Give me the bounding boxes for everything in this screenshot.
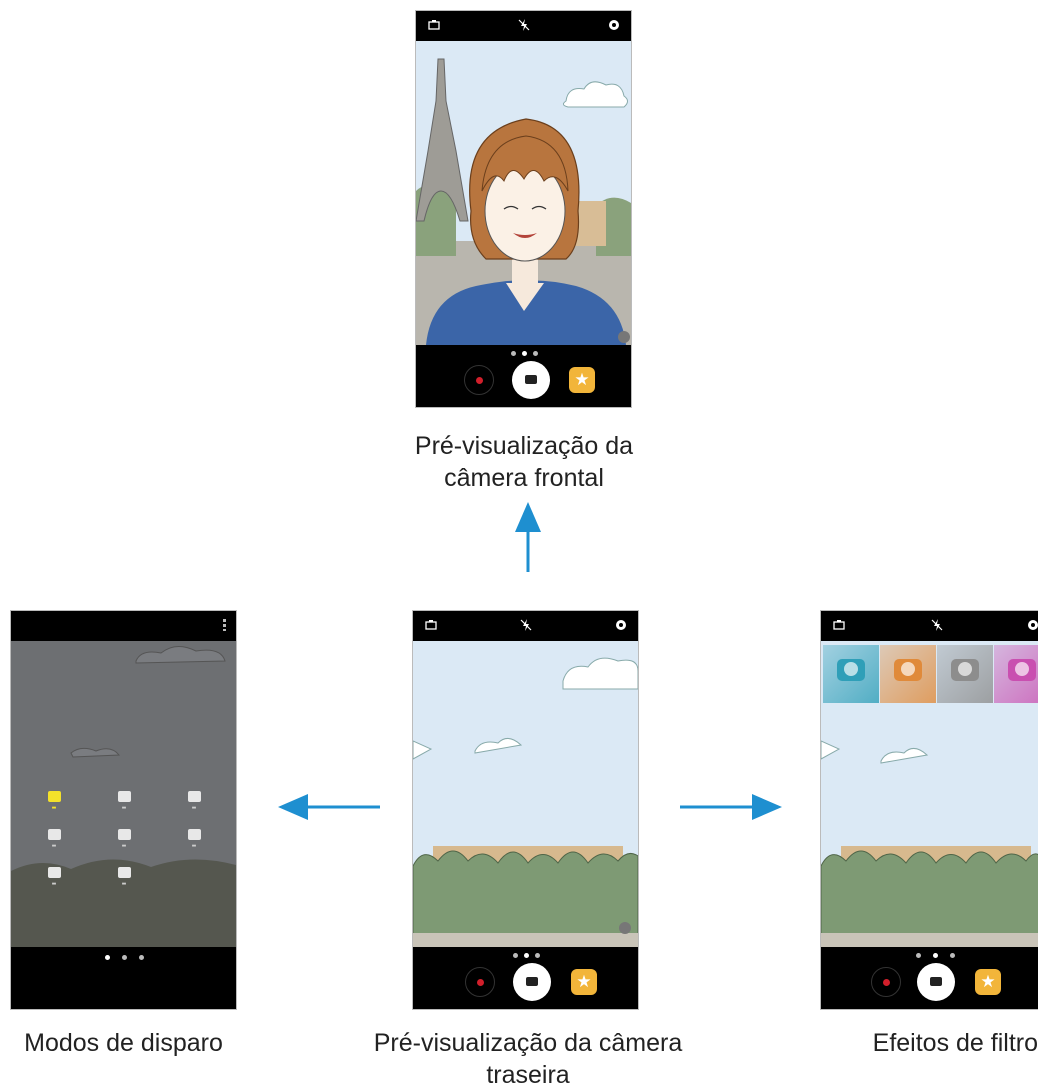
modes-bottom-bar xyxy=(11,947,236,1009)
status-bar xyxy=(821,611,1038,641)
flash-off-icon[interactable] xyxy=(520,619,532,631)
shooting-mode-item[interactable]: ▬ xyxy=(19,867,89,887)
settings-icon[interactable] xyxy=(615,619,627,631)
caption-front-line2: câmera frontal xyxy=(444,464,604,492)
panorama-icon xyxy=(187,791,201,802)
shooting-mode-label: ▬ xyxy=(51,805,57,811)
page-dot xyxy=(122,955,127,960)
filter-thumbnail[interactable] xyxy=(994,645,1038,703)
record-button[interactable] xyxy=(871,967,901,997)
video-collage-icon xyxy=(117,829,131,840)
food-icon xyxy=(117,867,131,878)
status-bar xyxy=(413,611,638,641)
lens-icon xyxy=(901,662,915,676)
lens-icon xyxy=(958,662,972,676)
front-preview-scene xyxy=(416,41,631,345)
shooting-mode-item[interactable]: ▬ xyxy=(89,867,159,887)
record-button[interactable] xyxy=(464,365,494,395)
shooting-mode-label: ▬ xyxy=(51,843,57,849)
switch-camera-icon[interactable] xyxy=(428,19,440,31)
arrow-left xyxy=(278,794,380,820)
filter-thumbnail[interactable] xyxy=(937,645,993,703)
status-bar xyxy=(11,611,236,641)
arrow-right xyxy=(680,794,782,820)
effects-star-icon[interactable]: ★ xyxy=(569,367,595,393)
settings-icon[interactable] xyxy=(1027,619,1038,631)
filter-thumbnail[interactable] xyxy=(880,645,936,703)
night-icon xyxy=(187,829,201,840)
shutter-button[interactable] xyxy=(917,963,955,1001)
page-dot xyxy=(535,953,540,958)
shooting-mode-item[interactable]: ▬ xyxy=(159,829,229,849)
filter-thumbnail-strip xyxy=(823,645,1038,703)
effects-star-icon[interactable]: ★ xyxy=(975,969,1001,995)
page-dot-active xyxy=(524,953,529,958)
hyperlapse-icon xyxy=(47,867,61,878)
shooting-mode-item[interactable]: ▬ xyxy=(89,791,159,811)
filter-effects-phone: ★ xyxy=(820,610,1038,1010)
rear-preview-scene xyxy=(413,641,638,951)
lens-icon xyxy=(1015,662,1029,676)
shooting-mode-label: ▬ xyxy=(121,881,127,887)
shooting-modes-phone: ▬ ▬ ▬ ▬ ▬ ▬ ▬ ▬ xyxy=(10,610,237,1010)
caption-front-line1: Pré-visualização da xyxy=(414,432,634,460)
page-dot xyxy=(513,953,518,958)
filter-thumbnail[interactable] xyxy=(823,645,879,703)
filter-bottom-bar: ★ xyxy=(821,947,1038,1009)
record-button[interactable] xyxy=(465,967,495,997)
page-dot-active xyxy=(522,351,527,356)
rear-camera-phone: ★ xyxy=(412,610,639,1010)
more-options-icon[interactable] xyxy=(223,619,226,631)
shooting-mode-label: ▬ xyxy=(51,881,57,887)
caption-modes: Modos de disparo xyxy=(24,1029,223,1057)
shooting-mode-label: ▬ xyxy=(191,805,197,811)
page-dot xyxy=(139,955,144,960)
rear-bottom-bar: ★ xyxy=(413,947,638,1009)
flash-off-icon[interactable] xyxy=(931,619,943,631)
page-dot-active xyxy=(933,953,938,958)
switch-camera-icon[interactable] xyxy=(833,619,845,631)
caption-filters: Efeitos de filtro xyxy=(872,1029,1038,1057)
switch-camera-icon[interactable] xyxy=(425,619,437,631)
shutter-button[interactable] xyxy=(512,361,550,399)
page-dot xyxy=(916,953,921,958)
lens-icon xyxy=(844,662,858,676)
settings-icon[interactable] xyxy=(608,19,620,31)
effects-star-icon[interactable]: ★ xyxy=(571,969,597,995)
selective-focus-icon xyxy=(47,829,61,840)
arrow-up xyxy=(515,502,541,572)
shooting-modes-grid: ▬ ▬ ▬ ▬ ▬ ▬ ▬ ▬ xyxy=(19,791,229,941)
pro-icon xyxy=(117,791,131,802)
shooting-mode-label: ▬ xyxy=(121,843,127,849)
shooting-mode-item[interactable]: ▬ xyxy=(89,829,159,849)
page-dot xyxy=(950,953,955,958)
status-bar xyxy=(416,11,631,41)
front-camera-phone: ★ xyxy=(415,10,632,408)
caption-rear-line2: traseira xyxy=(486,1061,570,1089)
shooting-mode-label: ▬ xyxy=(191,843,197,849)
page-dot xyxy=(533,351,538,356)
flash-off-icon[interactable] xyxy=(518,19,530,31)
camera-icon xyxy=(47,791,61,802)
page-dot xyxy=(511,351,516,356)
shooting-mode-item[interactable]: ▬ xyxy=(159,791,229,811)
shooting-mode-label: ▬ xyxy=(121,805,127,811)
shooting-mode-item[interactable]: ▬ xyxy=(19,829,89,849)
page-dot-active xyxy=(105,955,110,960)
shooting-mode-item[interactable]: ▬ xyxy=(19,791,89,811)
shutter-button[interactable] xyxy=(513,963,551,1001)
front-bottom-bar: ★ xyxy=(416,345,631,407)
caption-rear-line1: Pré-visualização da câmera xyxy=(373,1029,683,1057)
